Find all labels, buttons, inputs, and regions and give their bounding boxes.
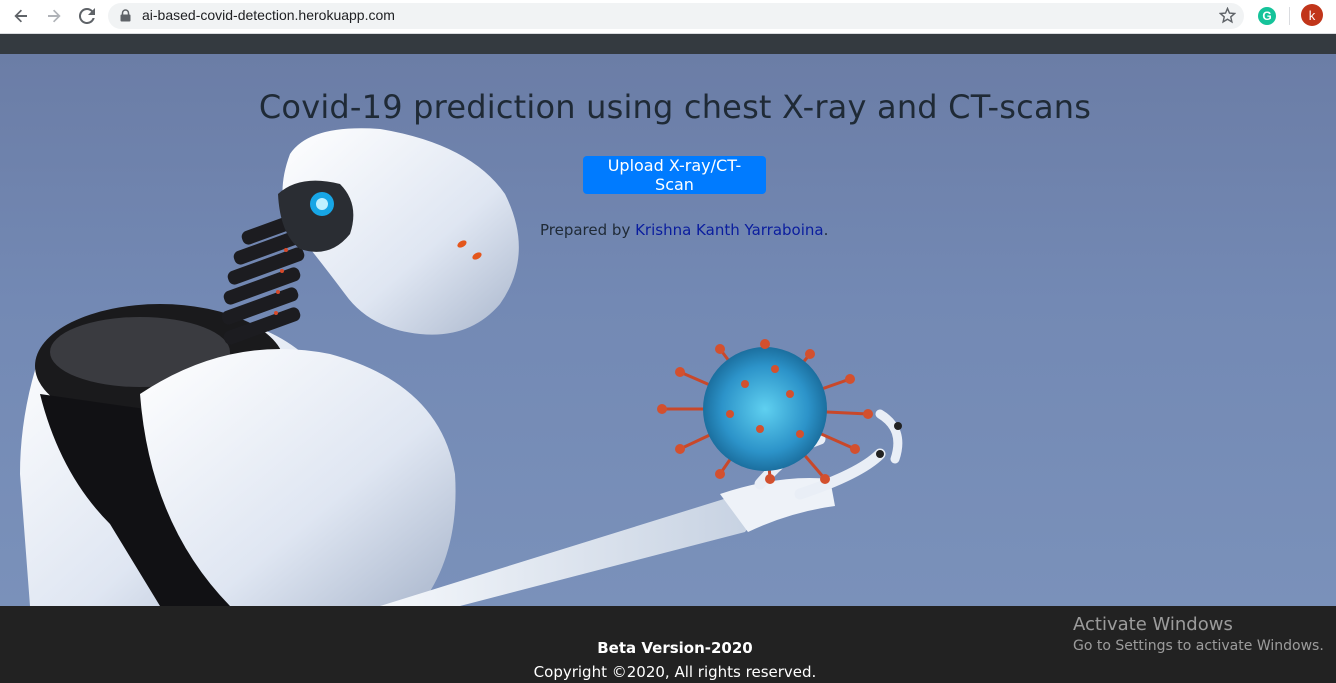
- back-arrow-icon[interactable]: [10, 5, 32, 27]
- grammarly-extension-icon[interactable]: G: [1258, 7, 1276, 25]
- url-text: ai-based-covid-detection.herokuapp.com: [142, 7, 395, 23]
- reload-icon[interactable]: [76, 5, 98, 27]
- activate-heading: Activate Windows: [1073, 614, 1233, 635]
- robot-holding-virus-illustration: [20, 128, 903, 606]
- hero-section: Covid-19 prediction using chest X-ray an…: [0, 54, 1336, 606]
- browser-toolbar: ai-based-covid-detection.herokuapp.com G…: [0, 0, 1336, 34]
- prepared-suffix: .: [823, 221, 829, 239]
- address-bar[interactable]: ai-based-covid-detection.herokuapp.com: [108, 3, 1244, 29]
- copyright-text: Copyright ©2020, All rights reserved.: [533, 663, 817, 681]
- forward-arrow-icon[interactable]: [43, 5, 65, 27]
- navbar: [0, 34, 1336, 54]
- author-link[interactable]: Krishna Kanth Yarraboina: [635, 221, 824, 239]
- activate-subtext: Go to Settings to activate Windows.: [1073, 638, 1324, 654]
- credits-line: Prepared by Krishna Kanth Yarraboina.: [540, 221, 828, 239]
- lock-icon: [120, 9, 131, 27]
- upload-scan-button[interactable]: Upload X-ray/CT-Scan: [583, 156, 766, 194]
- virus-particle: [657, 339, 873, 484]
- toolbar-divider: [1289, 7, 1290, 25]
- profile-avatar[interactable]: k: [1301, 4, 1323, 26]
- page-title: Covid-19 prediction using chest X-ray an…: [258, 88, 1092, 126]
- prepared-by-label: Prepared by: [540, 221, 636, 239]
- star-icon[interactable]: [1218, 6, 1237, 29]
- windows-activation-watermark: Activate Windows Go to Settings to activ…: [1073, 614, 1324, 654]
